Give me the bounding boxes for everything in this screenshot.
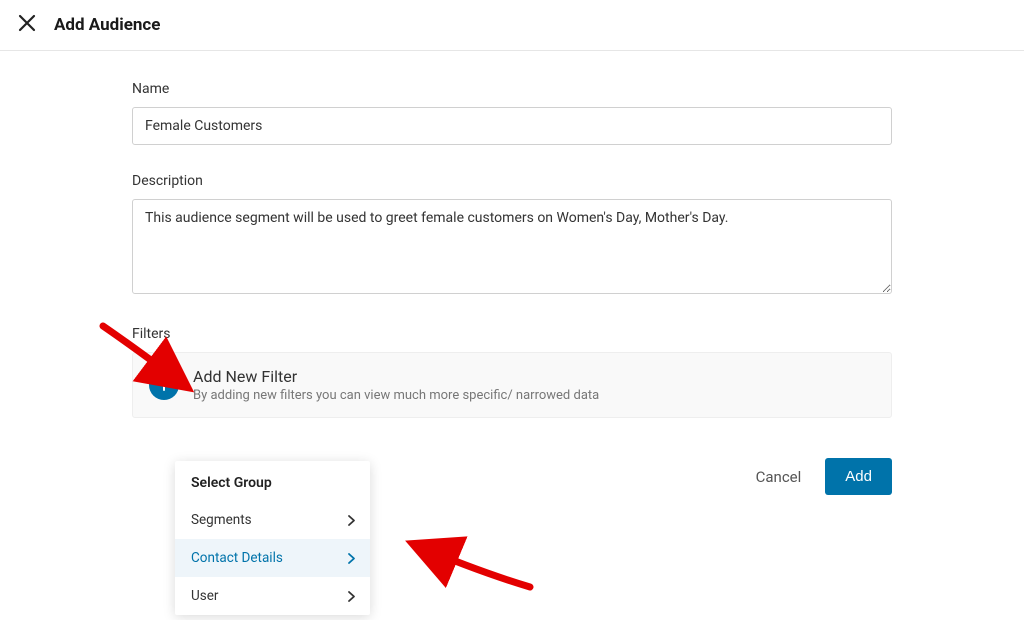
modal-header: Add Audience <box>0 0 1024 51</box>
name-field-group: Name <box>132 81 892 145</box>
description-input[interactable] <box>132 199 892 294</box>
dropdown-item-user[interactable]: User <box>175 577 370 615</box>
chevron-right-icon <box>347 552 356 565</box>
dropdown-title: Select Group <box>175 461 370 501</box>
dropdown-item-label: User <box>191 588 218 604</box>
add-button[interactable]: Add <box>825 458 892 495</box>
filters-section: Filters Add New Filter By adding new fil… <box>132 326 892 418</box>
add-filter-card[interactable]: Add New Filter By adding new filters you… <box>132 352 892 418</box>
modal-content: Name Description Filters Add New Filter … <box>132 51 892 495</box>
close-button[interactable] <box>18 14 36 36</box>
description-field-group: Description <box>132 173 892 298</box>
add-filter-title: Add New Filter <box>193 367 599 386</box>
modal-title: Add Audience <box>54 15 160 35</box>
close-icon <box>18 14 36 36</box>
dropdown-item-label: Segments <box>191 512 252 528</box>
dropdown-item-label: Contact Details <box>191 550 283 566</box>
filters-label: Filters <box>132 326 892 342</box>
cancel-button[interactable]: Cancel <box>756 468 802 486</box>
add-filter-text: Add New Filter By adding new filters you… <box>193 367 599 403</box>
name-label: Name <box>132 81 892 97</box>
name-input[interactable] <box>132 107 892 145</box>
dropdown-item-segments[interactable]: Segments <box>175 501 370 539</box>
chevron-right-icon <box>347 514 356 527</box>
add-filter-subtitle: By adding new filters you can view much … <box>193 388 599 403</box>
description-label: Description <box>132 173 892 189</box>
plus-icon <box>157 376 171 395</box>
chevron-right-icon <box>347 590 356 603</box>
select-group-dropdown: Select Group Segments Contact Details Us… <box>175 461 370 615</box>
dropdown-item-contact-details[interactable]: Contact Details <box>175 539 370 577</box>
annotation-arrow-2 <box>400 532 540 602</box>
add-filter-button[interactable] <box>149 370 179 400</box>
